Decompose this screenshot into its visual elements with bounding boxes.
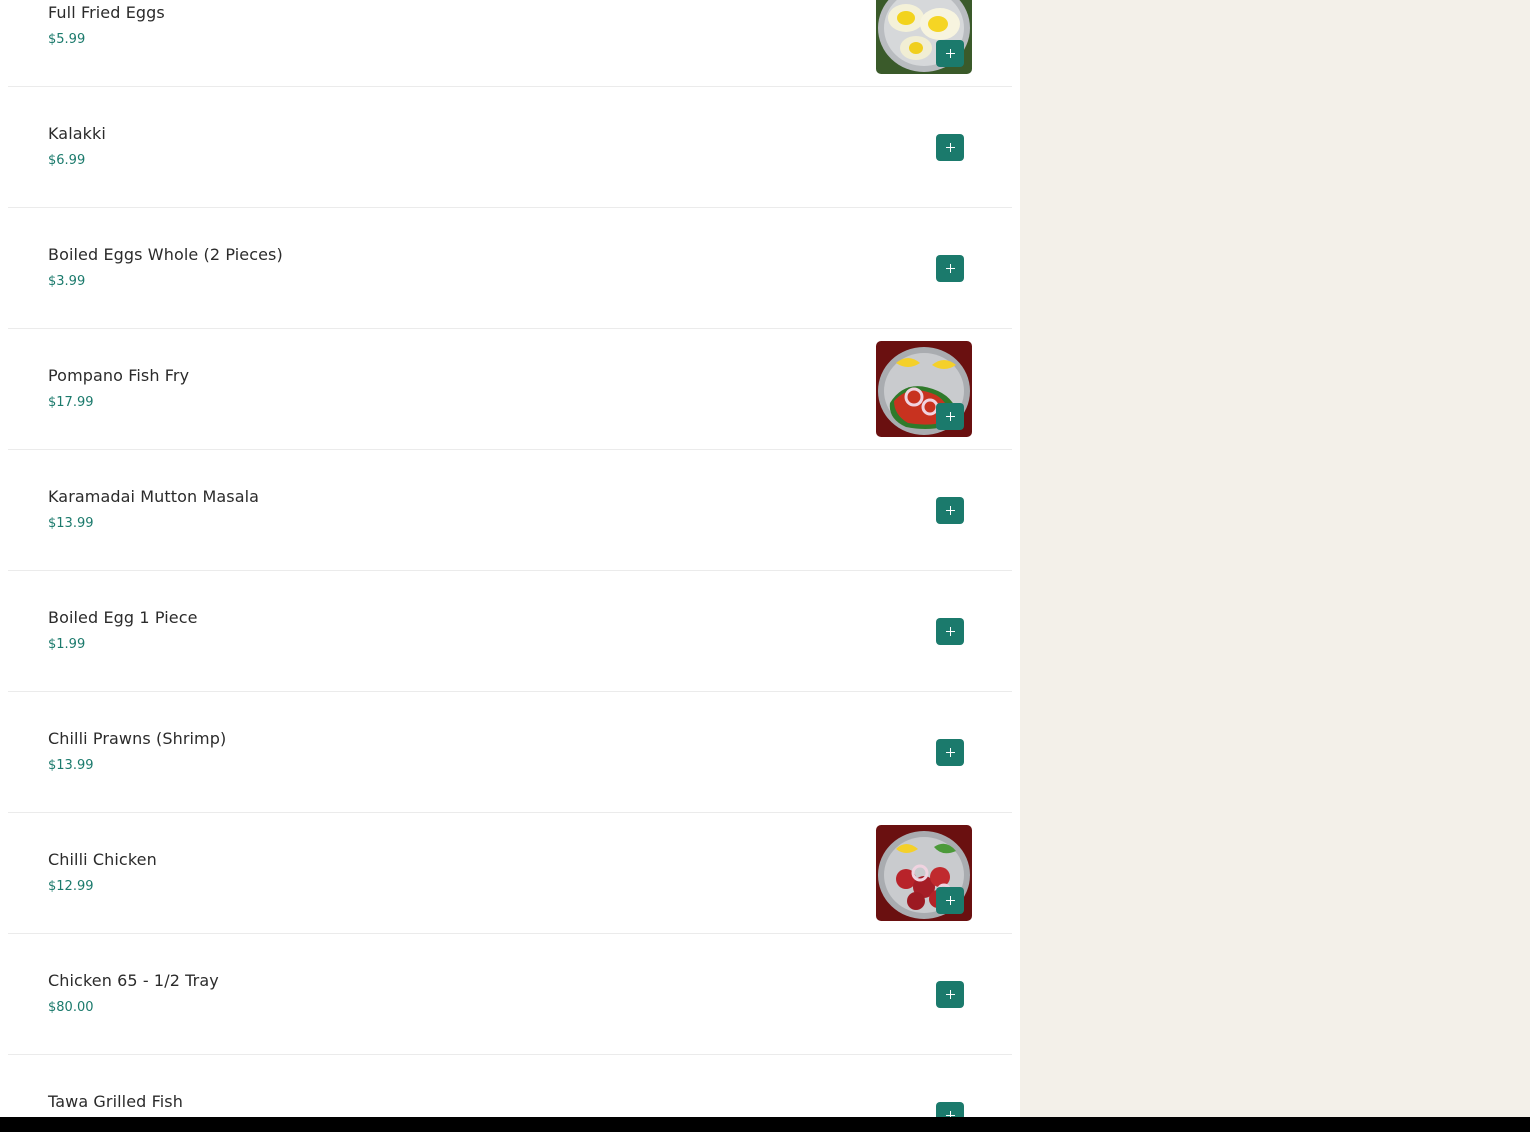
menu-item[interactable]: Boiled Eggs Whole (2 Pieces) $3.99 <box>8 208 1012 329</box>
menu-item[interactable]: Karamadai Mutton Masala $13.99 <box>8 450 1012 571</box>
menu-item[interactable]: Kalakki $6.99 <box>8 87 1012 208</box>
item-price: $80.00 <box>48 1000 94 1015</box>
plus-icon <box>945 748 955 757</box>
menu-item[interactable]: Chilli Prawns (Shrimp) $13.99 <box>8 692 1012 813</box>
menu-item[interactable]: Pompano Fish Fry $17.99 <box>8 329 1012 450</box>
item-price: $1.99 <box>48 637 86 652</box>
plus-icon <box>945 264 955 273</box>
item-price: $6.99 <box>48 153 86 168</box>
item-name: Full Fried Eggs <box>48 3 165 22</box>
plus-icon <box>945 627 955 636</box>
item-name: Boiled Egg 1 Piece <box>48 608 198 627</box>
add-item-button[interactable] <box>936 739 964 766</box>
item-price: $13.99 <box>48 516 94 531</box>
add-item-button[interactable] <box>936 981 964 1008</box>
add-item-button[interactable] <box>936 40 964 67</box>
add-item-button[interactable] <box>936 618 964 645</box>
add-item-button[interactable] <box>936 255 964 282</box>
plus-icon <box>945 506 955 515</box>
item-price: $3.99 <box>48 274 86 289</box>
plus-icon <box>945 990 955 999</box>
item-name: Tawa Grilled Fish <box>48 1092 183 1111</box>
menu-item[interactable]: Chicken 65 - 1/2 Tray $80.00 <box>8 934 1012 1055</box>
plus-icon <box>945 49 955 58</box>
menu-item[interactable]: Full Fried Eggs $5.99 <box>8 0 1012 87</box>
add-item-button[interactable] <box>936 887 964 914</box>
item-name: Kalakki <box>48 124 106 143</box>
add-item-button[interactable] <box>936 497 964 524</box>
plus-icon <box>945 143 955 152</box>
menu-item[interactable]: Chilli Chicken $12.99 <box>8 813 1012 934</box>
item-name: Karamadai Mutton Masala <box>48 487 260 506</box>
add-item-button[interactable] <box>936 1102 964 1117</box>
bottom-bar <box>0 1117 1530 1132</box>
item-price: $17.99 <box>48 395 94 410</box>
menu-column: Full Fried Eggs $5.99 Kalakki $6.99 Boil… <box>0 0 1020 1117</box>
menu-item[interactable]: Boiled Egg 1 Piece $1.99 <box>8 571 1012 692</box>
item-name: Boiled Eggs Whole (2 Pieces) <box>48 245 283 264</box>
menu-item[interactable]: Tawa Grilled Fish <box>8 1055 1012 1117</box>
item-name: Chilli Prawns (Shrimp) <box>48 729 227 748</box>
item-name: Pompano Fish Fry <box>48 366 190 385</box>
plus-icon <box>945 896 955 905</box>
add-item-button[interactable] <box>936 403 964 430</box>
add-item-button[interactable] <box>936 134 964 161</box>
plus-icon <box>945 412 955 421</box>
item-price: $5.99 <box>48 32 86 47</box>
side-panel <box>1020 0 1530 1117</box>
item-name: Chicken 65 - 1/2 Tray <box>48 971 219 990</box>
menu-item-list: Full Fried Eggs $5.99 Kalakki $6.99 Boil… <box>0 0 1020 1117</box>
item-name: Chilli Chicken <box>48 850 157 869</box>
item-price: $12.99 <box>48 879 94 894</box>
item-price: $13.99 <box>48 758 94 773</box>
